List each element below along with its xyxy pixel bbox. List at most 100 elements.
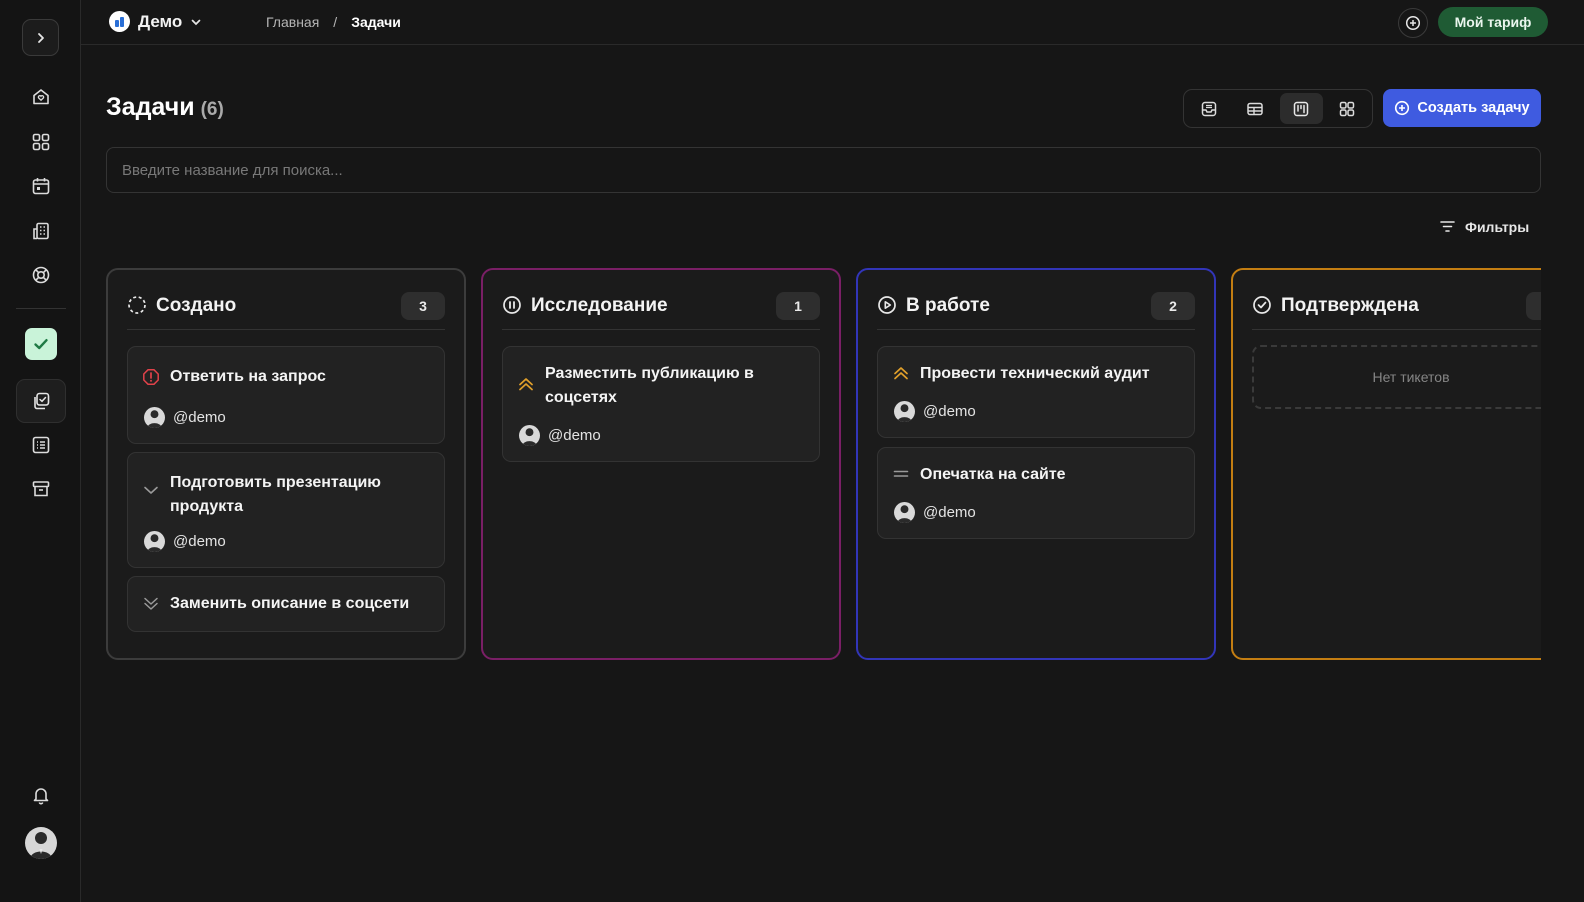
nav-companies[interactable] <box>25 215 57 247</box>
task-title: Ответить на запрос <box>170 368 326 385</box>
assignee-avatar <box>519 425 540 446</box>
quick-add-button[interactable] <box>1398 8 1428 38</box>
task-title-line: Подготовить презентацию <box>170 474 381 491</box>
check-icon <box>34 339 48 350</box>
column-title: В работе <box>906 295 990 316</box>
empty-column-placeholder: Нет тикетов <box>1252 345 1541 409</box>
assignee-name: @demo <box>173 409 226 426</box>
view-switcher <box>1183 89 1373 128</box>
inbox-icon <box>1201 101 1216 116</box>
grid-view-icon <box>1340 101 1355 116</box>
workspace-logo <box>109 11 130 32</box>
grid-icon <box>32 133 50 151</box>
low-priority-icon <box>144 486 158 494</box>
high-priority-icon <box>894 367 908 380</box>
task-title-line: Разместить публикацию в <box>545 365 754 382</box>
column-created: Создано 3 Ответить на запрос @demo Подго… <box>106 268 466 660</box>
workspace-name: Демо <box>138 11 183 31</box>
home-heart-icon <box>33 89 49 105</box>
dashed-circle-icon <box>128 296 146 314</box>
nav-support[interactable] <box>25 259 57 291</box>
view-inbox-button[interactable] <box>1187 93 1230 124</box>
check-circle-icon <box>1253 296 1271 314</box>
user-avatar[interactable] <box>25 827 57 859</box>
column-count: 3 <box>401 292 445 320</box>
nav-list[interactable] <box>25 429 57 461</box>
play-circle-icon <box>878 296 896 314</box>
chevron-right-icon <box>37 32 44 43</box>
filters-label: Фильтры <box>1465 218 1530 235</box>
breadcrumb-separator: / <box>333 14 338 30</box>
nav-home[interactable] <box>25 81 57 113</box>
view-grid-button[interactable] <box>1326 93 1369 124</box>
task-title: Опечатка на сайте <box>920 466 1066 483</box>
table-icon <box>1247 102 1263 115</box>
nav-archive[interactable] <box>25 473 57 505</box>
nav-calendar[interactable] <box>25 170 57 202</box>
task-assignee: @demo <box>144 407 226 428</box>
bell-icon <box>33 788 49 805</box>
column-title: Создано <box>156 295 237 316</box>
avatar-icon <box>30 832 52 859</box>
task-title: Разместить публикацию в соцсетях <box>545 362 754 410</box>
task-assignee: @demo <box>144 531 226 552</box>
task-title-line: соцсетях <box>545 389 617 406</box>
column-confirmed: Подтверждена 0 Нет тикетов <box>1231 268 1541 660</box>
column-header: Исследование 1 <box>502 292 820 330</box>
plus-circle-icon <box>1405 15 1421 31</box>
column-title: Исследование <box>531 295 668 316</box>
chevron-down-icon <box>191 19 201 25</box>
task-card[interactable]: Ответить на запрос @demo <box>127 346 445 444</box>
expand-sidebar-button[interactable] <box>22 19 59 56</box>
task-card[interactable]: Заменить описание в соцсети <box>127 576 445 632</box>
task-card[interactable]: Провести технический аудит @demo <box>877 346 1195 438</box>
avatar-icon <box>147 534 162 552</box>
task-title: Провести технический аудит <box>920 365 1150 382</box>
my-plan-button[interactable]: Мой тариф <box>1438 7 1548 37</box>
column-count: 1 <box>776 292 820 320</box>
assignee-avatar <box>894 502 915 523</box>
task-card[interactable]: Опечатка на сайте @demo <box>877 447 1195 539</box>
column-research: Исследование 1 Разместить публикацию в с… <box>481 268 841 660</box>
plus-circle-icon <box>1395 100 1410 116</box>
column-in-progress: В работе 2 Провести технический аудит @d… <box>856 268 1216 660</box>
sidebar <box>0 0 81 902</box>
column-header: Подтверждена 0 <box>1252 292 1541 330</box>
pause-circle-icon <box>503 296 521 314</box>
breadcrumb-home[interactable]: Главная <box>266 14 319 30</box>
assignee-name: @demo <box>923 504 976 521</box>
nav-dashboard[interactable] <box>25 126 57 158</box>
nav-tasks[interactable] <box>16 379 66 423</box>
column-header: В работе 2 <box>877 292 1195 330</box>
page-title: Задачи (6) <box>106 93 224 122</box>
kanban-board: Создано 3 Ответить на запрос @demo Подго… <box>106 268 1541 662</box>
filters-button[interactable]: Фильтры <box>1439 218 1529 235</box>
calendar-icon <box>32 178 50 195</box>
logo-icon <box>114 16 124 27</box>
task-card[interactable]: Подготовить презентацию продукта @demo <box>127 452 445 568</box>
avatar-icon <box>522 428 537 446</box>
urgent-icon <box>143 369 159 385</box>
column-header: Создано 3 <box>127 292 445 330</box>
workspace-switcher[interactable]: Демо <box>109 11 202 32</box>
avatar-icon <box>897 505 912 523</box>
search-input[interactable] <box>106 147 1541 193</box>
lowest-priority-icon <box>144 597 158 610</box>
view-kanban-button[interactable] <box>1279 93 1323 124</box>
assignee-avatar <box>144 531 165 552</box>
task-assignee: @demo <box>894 401 976 422</box>
sidebar-divider <box>16 308 66 309</box>
task-card[interactable]: Разместить публикацию в соцсетях @demo <box>502 346 820 462</box>
task-title: Заменить описание в соцсети <box>170 595 410 612</box>
column-count: 0 <box>1526 292 1541 320</box>
archive-icon <box>32 481 50 497</box>
task-title-line: продукта <box>170 498 243 515</box>
assignee-avatar <box>144 407 165 428</box>
filter-icon <box>1440 221 1455 232</box>
breadcrumb: Главная / Задачи <box>266 14 401 30</box>
nav-notifications[interactable] <box>25 779 57 811</box>
nav-tasks-app[interactable] <box>25 328 57 360</box>
kanban-icon <box>1293 101 1309 116</box>
create-task-button[interactable]: Создать задачу <box>1383 89 1541 127</box>
view-table-button[interactable] <box>1233 93 1276 124</box>
